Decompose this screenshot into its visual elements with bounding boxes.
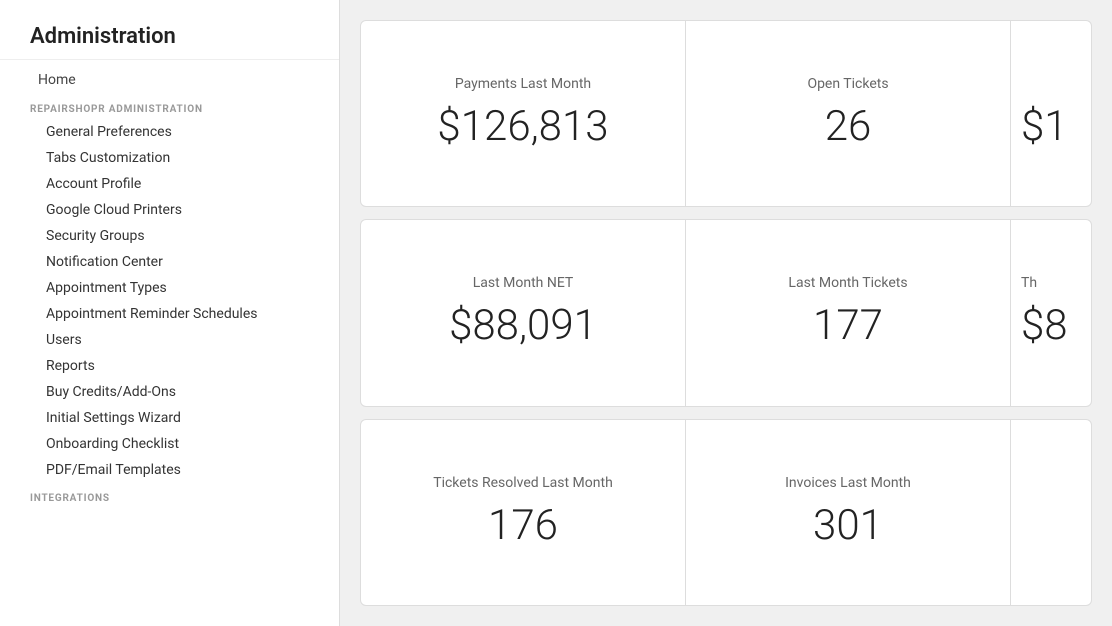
sidebar-item-reports[interactable]: Reports <box>0 353 339 379</box>
stat-partial-row3-value <box>1021 501 1031 550</box>
stat-label-invoices-last-month: Invoices Last Month <box>785 475 911 491</box>
stat-payments-last-month: Payments Last Month $126,813 <box>361 21 686 206</box>
stats-row-2: Last Month NET $88,091 Last Month Ticket… <box>360 219 1092 406</box>
main-content: Payments Last Month $126,813 Open Ticket… <box>340 0 1112 626</box>
stats-row-3: Tickets Resolved Last Month 176 Invoices… <box>360 419 1092 606</box>
stat-partial-row1-label <box>1021 76 1024 92</box>
sidebar-item-users[interactable]: Users <box>0 327 339 353</box>
stat-label-last-month-net: Last Month NET <box>473 275 574 291</box>
sidebar-item-account-profile[interactable]: Account Profile <box>0 171 339 197</box>
stats-row-1: Payments Last Month $126,813 Open Ticket… <box>360 20 1092 207</box>
stat-value-tickets-resolved: 176 <box>488 501 558 550</box>
sidebar-item-buy-credits[interactable]: Buy Credits/Add-Ons <box>0 379 339 405</box>
sidebar-item-pdf-email-templates[interactable]: PDF/Email Templates <box>0 457 339 483</box>
stat-value-last-month-tickets: 177 <box>813 301 883 350</box>
sidebar-item-appointment-reminder-schedules[interactable]: Appointment Reminder Schedules <box>0 301 339 327</box>
stat-label-tickets-resolved: Tickets Resolved Last Month <box>433 475 613 491</box>
sidebar-section-integrations: INTEGRATIONS <box>0 483 339 508</box>
stat-label-payments-last-month: Payments Last Month <box>455 76 591 92</box>
stat-label-open-tickets: Open Tickets <box>807 76 888 92</box>
sidebar-item-google-cloud-printers[interactable]: Google Cloud Printers <box>0 197 339 223</box>
sidebar-item-appointment-types[interactable]: Appointment Types <box>0 275 339 301</box>
sidebar-item-general-preferences[interactable]: General Preferences <box>0 119 339 145</box>
stat-open-tickets: Open Tickets 26 <box>686 21 1011 206</box>
stat-partial-row1: $1 <box>1011 21 1091 206</box>
stat-value-last-month-net: $88,091 <box>449 301 597 350</box>
stat-value-payments-last-month: $126,813 <box>437 102 608 151</box>
stat-partial-row2-label: Th <box>1021 275 1037 291</box>
stat-value-open-tickets: 26 <box>825 102 872 151</box>
stat-label-last-month-tickets: Last Month Tickets <box>788 275 907 291</box>
stat-partial-row2: Th $8 <box>1011 220 1091 405</box>
sidebar-item-notification-center[interactable]: Notification Center <box>0 249 339 275</box>
stat-partial-row3 <box>1011 420 1091 605</box>
sidebar-item-security-groups[interactable]: Security Groups <box>0 223 339 249</box>
stat-last-month-net: Last Month NET $88,091 <box>361 220 686 405</box>
stat-partial-row2-value: $8 <box>1021 301 1068 350</box>
stat-partial-row1-value: $1 <box>1021 102 1068 151</box>
stat-last-month-tickets: Last Month Tickets 177 <box>686 220 1011 405</box>
stat-invoices-last-month: Invoices Last Month 301 <box>686 420 1011 605</box>
sidebar-item-initial-settings-wizard[interactable]: Initial Settings Wizard <box>0 405 339 431</box>
sidebar-item-home[interactable]: Home <box>0 66 339 94</box>
sidebar-title: Administration <box>0 10 339 60</box>
sidebar-section-repairshopr: REPAIRSHOPR ADMINISTRATION <box>0 94 339 119</box>
stat-value-invoices-last-month: 301 <box>813 501 883 550</box>
stat-partial-row3-label <box>1021 475 1024 491</box>
sidebar-item-onboarding-checklist[interactable]: Onboarding Checklist <box>0 431 339 457</box>
sidebar-item-tabs-customization[interactable]: Tabs Customization <box>0 145 339 171</box>
sidebar: Administration Home REPAIRSHOPR ADMINIST… <box>0 0 340 626</box>
stat-tickets-resolved: Tickets Resolved Last Month 176 <box>361 420 686 605</box>
